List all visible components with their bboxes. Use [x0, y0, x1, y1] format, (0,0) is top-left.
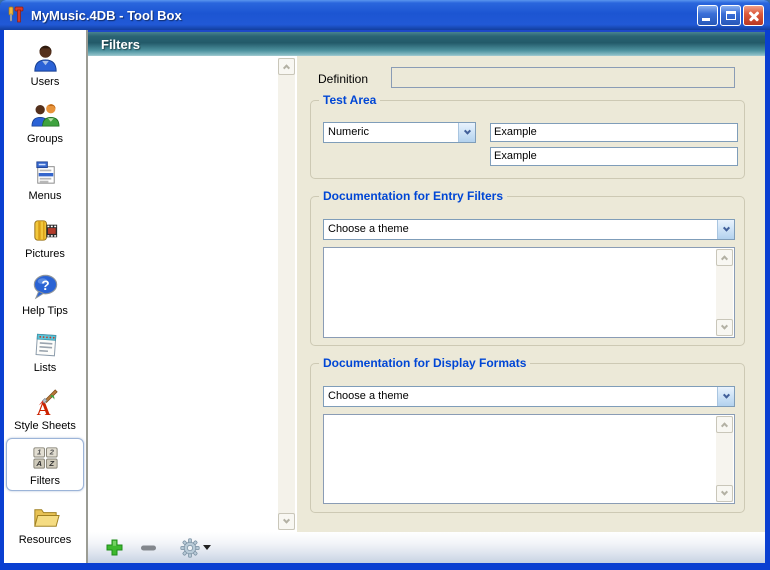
dropdown-button[interactable]	[458, 123, 475, 142]
maximize-icon	[726, 11, 736, 20]
chevron-down-icon	[463, 128, 470, 135]
definition-label: Definition	[318, 72, 368, 86]
chevron-down-icon	[283, 517, 290, 524]
sidebar-item-groups[interactable]: Groups	[6, 95, 84, 150]
sidebar-item-pictures[interactable]: Pictures	[6, 210, 84, 265]
svg-text:Z: Z	[48, 459, 54, 468]
sidebar-item-label: Pictures	[25, 248, 65, 260]
chevron-down-icon	[721, 323, 728, 330]
remove-icon	[140, 539, 157, 556]
section-title: Filters	[88, 37, 140, 52]
sidebar-item-menus[interactable]: Menus	[6, 152, 84, 207]
sidebar-item-label: Menus	[28, 190, 61, 202]
user-icon	[30, 43, 61, 74]
sidebar: Users Groups Menus	[4, 30, 88, 563]
type-select-value: Numeric	[328, 126, 369, 138]
paintbrush-icon: A	[30, 387, 61, 418]
chevron-up-icon	[721, 255, 728, 262]
gear-icon	[180, 538, 200, 558]
sidebar-item-label: Groups	[27, 133, 63, 145]
test-area-title: Test Area	[319, 93, 380, 107]
sidebar-item-lists[interactable]: Lists	[6, 324, 84, 379]
maximize-button[interactable]	[720, 5, 741, 26]
titlebar[interactable]: MyMusic.4DB - Tool Box	[0, 0, 770, 30]
chevron-down-icon	[722, 225, 729, 232]
close-button[interactable]	[743, 5, 764, 26]
textarea-scrollbar[interactable]	[716, 416, 733, 502]
entry-theme-select[interactable]: Choose a theme	[323, 219, 735, 240]
minimize-icon	[702, 18, 710, 21]
scroll-up-button[interactable]	[716, 249, 733, 266]
filters-list[interactable]	[88, 56, 297, 532]
window-title: MyMusic.4DB - Tool Box	[31, 8, 697, 23]
textarea-scrollbar[interactable]	[716, 249, 733, 336]
list-scrollbar[interactable]	[278, 58, 295, 530]
sidebar-item-label: Resources	[19, 534, 72, 546]
help-bubble-icon: ?	[30, 272, 61, 303]
film-roll-icon	[30, 215, 61, 246]
scroll-down-button[interactable]	[716, 485, 733, 502]
chevron-up-icon	[721, 422, 728, 429]
dropdown-caret-icon	[203, 545, 211, 550]
bottom-toolbar	[88, 532, 765, 563]
group-icon	[30, 100, 61, 131]
app-window: MyMusic.4DB - Tool Box Users	[0, 0, 770, 570]
sidebar-item-style-sheets[interactable]: A Style Sheets	[6, 382, 84, 437]
test-area-group: Test Area Numeric Example Example	[310, 100, 745, 179]
display-docs-textarea[interactable]	[323, 414, 735, 504]
remove-button[interactable]	[138, 538, 158, 558]
display-formats-docs-group: Documentation for Display Formats Choose…	[310, 363, 745, 513]
chevron-down-icon	[722, 392, 729, 399]
type-select[interactable]: Numeric	[323, 122, 476, 143]
chevron-down-icon	[721, 489, 728, 496]
entry-filters-docs-group: Documentation for Entry Filters Choose a…	[310, 196, 745, 346]
entry-docs-textarea[interactable]	[323, 247, 735, 338]
sidebar-item-label: Users	[31, 76, 60, 88]
sidebar-item-users[interactable]: Users	[6, 38, 84, 93]
add-icon	[106, 539, 123, 556]
sidebar-item-label: Style Sheets	[14, 420, 76, 432]
notepad-icon	[30, 329, 61, 360]
sidebar-item-label: Filters	[30, 475, 60, 487]
example-input-top[interactable]: Example	[490, 123, 738, 142]
scroll-down-button[interactable]	[278, 513, 295, 530]
svg-text:2: 2	[48, 448, 54, 457]
entry-theme-value: Choose a theme	[328, 223, 409, 235]
entry-filters-docs-title: Documentation for Entry Filters	[319, 189, 507, 203]
sidebar-item-label: Help Tips	[22, 305, 68, 317]
example-input-bottom[interactable]: Example	[490, 147, 738, 166]
dropdown-button[interactable]	[717, 387, 734, 406]
add-button[interactable]	[104, 538, 124, 558]
options-button[interactable]	[180, 538, 211, 558]
sidebar-item-filters[interactable]: 1 2 A Z Filters	[6, 438, 84, 491]
sidebar-item-label: Lists	[34, 362, 57, 374]
display-theme-value: Choose a theme	[328, 390, 409, 402]
section-header: Filters	[88, 30, 765, 56]
sidebar-item-help-tips[interactable]: ? Help Tips	[6, 267, 84, 322]
scroll-up-button[interactable]	[278, 58, 295, 75]
folder-icon	[30, 501, 61, 532]
svg-text:A: A	[35, 459, 42, 468]
svg-text:1: 1	[37, 448, 41, 457]
chevron-up-icon	[283, 64, 290, 71]
scroll-down-button[interactable]	[716, 319, 733, 336]
svg-text:?: ?	[41, 278, 49, 293]
sidebar-item-resources[interactable]: Resources	[6, 496, 84, 551]
display-theme-select[interactable]: Choose a theme	[323, 386, 735, 407]
definition-input[interactable]	[391, 67, 735, 88]
menu-list-icon	[30, 157, 61, 188]
display-formats-docs-title: Documentation for Display Formats	[319, 356, 530, 370]
scroll-up-button[interactable]	[716, 416, 733, 433]
detail-panel: Definition Test Area Numeric Example Exa…	[297, 56, 765, 532]
dropdown-button[interactable]	[717, 220, 734, 239]
toolbox-icon	[6, 5, 26, 25]
filter-keys-icon: 1 2 A Z	[30, 442, 61, 473]
minimize-button[interactable]	[697, 5, 718, 26]
